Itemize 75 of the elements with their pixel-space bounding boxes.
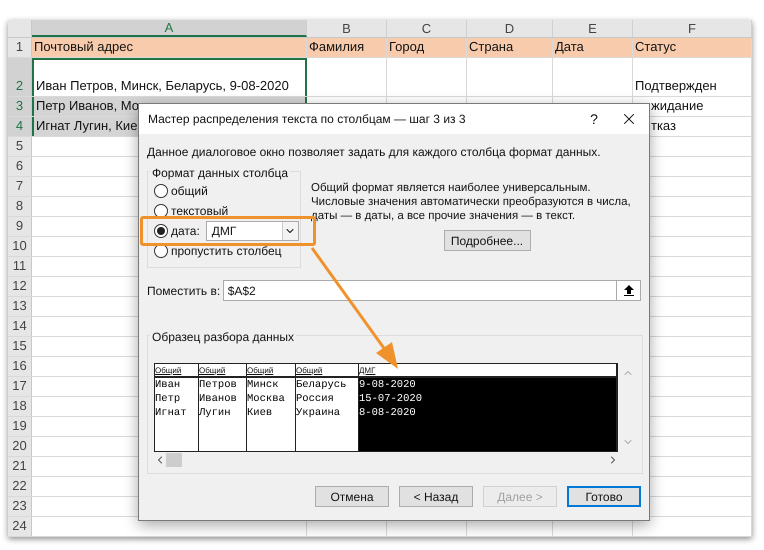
cell-text: Статус bbox=[634, 38, 676, 56]
preview-value: Беларусь bbox=[296, 378, 348, 392]
column-format-header: Общий bbox=[247, 364, 295, 378]
row-header[interactable]: 22 bbox=[8, 477, 32, 496]
column-format-header: Общий bbox=[199, 364, 246, 378]
destination-field[interactable]: $A$2 bbox=[222, 280, 618, 301]
column-header[interactable]: A bbox=[32, 20, 307, 37]
preview-value: Россия bbox=[296, 392, 335, 406]
row-header[interactable]: 1 bbox=[8, 38, 32, 57]
row-header[interactable]: 3 bbox=[8, 97, 32, 116]
row-header[interactable]: 11 bbox=[8, 257, 32, 276]
row-header[interactable]: 24 bbox=[8, 517, 32, 536]
row-header[interactable]: 19 bbox=[8, 417, 32, 436]
cell-text: Игнат Лугин, Кие bbox=[35, 116, 138, 135]
preview-value: 8-08-2020 bbox=[359, 406, 417, 420]
help-button[interactable]: ? bbox=[579, 104, 609, 134]
row-header[interactable]: 17 bbox=[8, 377, 32, 396]
preview-value: Минск bbox=[247, 378, 280, 392]
date-format-select[interactable]: ДМГ bbox=[206, 221, 299, 241]
row-header[interactable]: 7 bbox=[8, 177, 32, 196]
cell-text: Почтовый адрес bbox=[33, 38, 133, 56]
window-title: Мастер распределения текста по столбцам — шаг 3 из 3 bbox=[148, 111, 466, 128]
radio-label[interactable]: текстовый bbox=[171, 202, 228, 220]
cell-text: жидание bbox=[650, 96, 704, 115]
up-arrow-icon bbox=[624, 285, 634, 296]
dialog-button[interactable]: Готово bbox=[567, 486, 641, 507]
dialog-description: Данное диалоговое окно позволяет задать для каждого столбца формат данных. bbox=[147, 144, 602, 161]
radio-button[interactable] bbox=[154, 224, 168, 238]
dialog-button[interactable]: Отмена bbox=[315, 486, 389, 507]
preview-value: Петров bbox=[199, 378, 238, 392]
preview-value: Киев bbox=[247, 406, 274, 420]
row-header[interactable]: 12 bbox=[8, 277, 32, 296]
preview-value: Иванов bbox=[199, 392, 238, 406]
row-header[interactable]: 6 bbox=[8, 157, 32, 176]
cell-text: Подтвержден bbox=[634, 76, 717, 95]
radio-button[interactable] bbox=[154, 184, 168, 198]
cell-text: Иван Петров, Минск, Беларусь, 9-08-2020 bbox=[35, 76, 289, 95]
row-header[interactable]: 21 bbox=[8, 457, 32, 476]
preview-value: 15-07-2020 bbox=[359, 392, 424, 406]
column-format-header: Общий bbox=[296, 364, 358, 378]
preview-value: Петр bbox=[155, 392, 182, 406]
cell-text: Дата bbox=[554, 38, 584, 56]
row-header[interactable]: 13 bbox=[8, 297, 32, 316]
preview-value: Украина bbox=[296, 406, 342, 420]
row-header[interactable]: 23 bbox=[8, 497, 32, 516]
row-header[interactable]: 10 bbox=[8, 237, 32, 256]
row-header[interactable]: 15 bbox=[8, 337, 32, 356]
cell-text: Фамилия bbox=[308, 38, 364, 56]
more-button[interactable]: Подробнее... bbox=[444, 230, 530, 251]
row-header[interactable]: 5 bbox=[8, 137, 32, 156]
collapse-dialog-button[interactable] bbox=[617, 280, 641, 301]
preview-value: 9-08-2020 bbox=[359, 378, 417, 392]
preview-value: Москва bbox=[247, 392, 286, 406]
radio-label[interactable]: общий bbox=[171, 182, 208, 200]
radio-label[interactable]: пропустить столбец bbox=[171, 242, 282, 260]
cell-text: Петр Иванов, Мо bbox=[35, 96, 140, 115]
row-header[interactable]: 14 bbox=[8, 317, 32, 336]
row-header[interactable]: 16 bbox=[8, 357, 32, 376]
cell-text: Страна bbox=[468, 38, 514, 56]
row-header[interactable]: 2 bbox=[8, 58, 32, 96]
cell-text: Город bbox=[388, 38, 424, 56]
destination-label: Поместить в: bbox=[147, 282, 222, 300]
preview-value: Игнат bbox=[155, 406, 188, 420]
row-header[interactable]: 8 bbox=[8, 197, 32, 216]
row-header[interactable]: 4 bbox=[8, 117, 32, 136]
row-header[interactable]: 9 bbox=[8, 217, 32, 236]
dialog-button[interactable]: < Назад bbox=[399, 486, 473, 507]
preview-value: Иван bbox=[155, 378, 182, 392]
preview-value: Лугин bbox=[199, 406, 232, 420]
cell-text: тказ bbox=[650, 116, 676, 134]
row-header[interactable]: 20 bbox=[8, 437, 32, 456]
radio-label[interactable]: дата: bbox=[171, 222, 200, 240]
column-format-header: Общий bbox=[155, 364, 198, 378]
scroll-thumb[interactable] bbox=[166, 453, 182, 467]
row-header[interactable]: 18 bbox=[8, 397, 32, 416]
